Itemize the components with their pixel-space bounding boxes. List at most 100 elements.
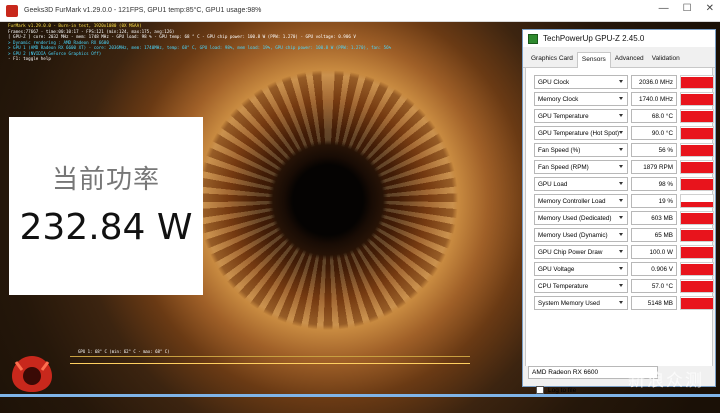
power-panel: 当前功率 232.84 W: [9, 117, 203, 295]
temperature-graph: GPU 1: 68° C (min: 62° C - max: 68° C): [70, 349, 470, 392]
sensor-graph: [680, 92, 714, 106]
sensor-name[interactable]: System Memory Used: [534, 296, 628, 310]
maximize-icon[interactable]: ☐: [683, 3, 692, 14]
tab-graphics-card[interactable]: Graphics Card: [527, 52, 577, 67]
sensor-row: CPU Temperature 57.0 °C: [526, 278, 714, 295]
power-label: 当前功率: [51, 165, 160, 195]
sensor-name[interactable]: Memory Clock: [534, 92, 628, 106]
sensor-name[interactable]: Memory Controller Load: [534, 194, 628, 208]
sensor-name[interactable]: GPU Temperature (Hot Spot): [534, 126, 628, 140]
dropdown-arrow-icon[interactable]: [619, 267, 623, 270]
tab-validation[interactable]: Validation: [648, 52, 684, 67]
sensor-graph: [680, 245, 714, 259]
bottom-stripe: [0, 394, 720, 397]
dropdown-arrow-icon[interactable]: [619, 165, 623, 168]
dropdown-arrow-icon[interactable]: [619, 80, 623, 83]
tab-advanced[interactable]: Advanced: [611, 52, 648, 67]
sensor-name[interactable]: Fan Speed (%): [534, 143, 628, 157]
sensor-value: 1740.0 MHz: [631, 92, 677, 106]
dropdown-arrow-icon[interactable]: [619, 199, 623, 202]
dropdown-arrow-icon[interactable]: [619, 233, 623, 236]
sensor-graph-bar: [681, 213, 713, 224]
sensor-row: GPU Chip Power Draw 100.0 W: [526, 244, 714, 261]
sensor-graph-bar: [681, 162, 713, 173]
sensor-name[interactable]: GPU Temperature: [534, 109, 628, 123]
dropdown-arrow-icon[interactable]: [619, 148, 623, 151]
sensor-row: GPU Clock 2036.0 MHz: [526, 74, 714, 91]
log-label: Log to file: [548, 386, 577, 394]
gpuz-window: TechPowerUp GPU-Z 2.45.0 Graphics Card Se…: [522, 29, 716, 394]
dropdown-arrow-icon[interactable]: [619, 182, 623, 185]
furmark-osd: FurMark v1.29.0.0 - Burn-in test, 1920x1…: [8, 23, 391, 62]
sensor-name[interactable]: GPU Load: [534, 177, 628, 191]
dropdown-arrow-icon[interactable]: [619, 97, 623, 100]
dropdown-arrow-icon[interactable]: [619, 114, 623, 117]
sensor-value: 65 MB: [631, 228, 677, 242]
sensor-name[interactable]: GPU Voltage: [534, 262, 628, 276]
log-checkbox[interactable]: [536, 386, 544, 394]
dropdown-arrow-icon[interactable]: [619, 250, 623, 253]
sensor-row: Fan Speed (%) 56 %: [526, 142, 714, 159]
gpuz-title: TechPowerUp GPU-Z 2.45.0: [543, 34, 645, 43]
dropdown-arrow-icon[interactable]: [619, 284, 623, 287]
sensor-graph: [680, 143, 714, 157]
sensor-value: 5148 MB: [631, 296, 677, 310]
osd-line: > GPU 1 (AMD Radeon RX 6600 XT) - core: …: [8, 45, 392, 50]
sensor-graph: [680, 126, 714, 140]
gpuz-titlebar: TechPowerUp GPU-Z 2.45.0: [523, 30, 715, 47]
sensor-value: 19 %: [631, 194, 677, 208]
sensor-name[interactable]: Fan Speed (RPM): [534, 160, 628, 174]
sensor-graph-bar: [681, 93, 713, 105]
sensor-graph-bar: [681, 247, 713, 258]
sensor-row: Memory Used (Dynamic) 65 MB: [526, 227, 714, 244]
sensor-row: Memory Used (Dedicated) 603 MB: [526, 210, 714, 227]
dropdown-arrow-icon[interactable]: [619, 301, 623, 304]
minimize-icon[interactable]: —: [659, 3, 669, 14]
dropdown-arrow-icon[interactable]: [619, 216, 623, 219]
gpuz-sensors-panel: GPU Clock 2036.0 MHz Memory Clock 1740.0 MH…: [525, 68, 714, 394]
sensor-name[interactable]: Memory Used (Dynamic): [534, 228, 628, 242]
sensor-value: 98 %: [631, 177, 677, 191]
close-icon[interactable]: ✕: [706, 3, 714, 14]
sensor-graph: [680, 211, 714, 225]
graph-line: [70, 363, 470, 364]
osd-line: [ GPU-Z ] core: 2032 MHz - mem: 1748 MHz…: [8, 34, 356, 39]
sensor-graph: [680, 228, 714, 242]
sensor-name[interactable]: CPU Temperature: [534, 279, 628, 293]
sensor-name[interactable]: GPU Chip Power Draw: [534, 245, 628, 259]
log-to-file[interactable]: Log to file: [536, 386, 576, 394]
sensor-graph-bar: [681, 298, 713, 309]
sensor-value: 100.0 W: [631, 245, 677, 259]
sensor-graph-bar: [681, 128, 713, 139]
sensor-row: GPU Temperature 68.0 °C: [526, 108, 714, 125]
sensor-name[interactable]: Memory Used (Dedicated): [534, 211, 628, 225]
sensor-graph-bar: [681, 281, 713, 292]
dropdown-arrow-icon[interactable]: [619, 131, 623, 134]
sensor-row: Fan Speed (RPM) 1879 RPM: [526, 159, 714, 176]
sensor-value: 57.0 °C: [631, 279, 677, 293]
sensor-row: System Memory Used 5148 MB: [526, 295, 714, 312]
sensor-graph: [680, 109, 714, 123]
sensor-value: 2036.0 MHz: [631, 75, 677, 89]
furmark-titlebar: Geeks3D FurMark v1.29.0.0 - 121FPS, GPU1…: [0, 0, 720, 22]
sensor-graph: [680, 160, 714, 174]
sensor-graph-bar: [681, 264, 713, 275]
sensor-graph: [680, 75, 714, 89]
sensor-graph-bar: [681, 111, 713, 122]
watermark: 新浪众测: [628, 371, 704, 391]
sensor-graph-bar: [681, 145, 713, 156]
sensor-value: 603 MB: [631, 211, 677, 225]
graph-label: GPU 1: 68° C (min: 62° C - max: 68° C): [78, 349, 170, 354]
gpuz-tabs: Graphics Card Sensors Advanced Validation: [523, 52, 715, 68]
furmark-logo-icon: [12, 356, 52, 392]
sensor-row: GPU Voltage 0.906 V: [526, 261, 714, 278]
sensor-value: 90.0 °C: [631, 126, 677, 140]
sensor-name[interactable]: GPU Clock: [534, 75, 628, 89]
furmark-title: Geeks3D FurMark v1.29.0.0 - 121FPS, GPU1…: [24, 7, 262, 14]
sensor-row: Memory Controller Load 19 %: [526, 193, 714, 210]
sensor-row: GPU Load 98 %: [526, 176, 714, 193]
tab-sensors[interactable]: Sensors: [576, 52, 611, 68]
sensor-graph-bar: [681, 230, 713, 241]
sensor-graph: [680, 177, 714, 191]
sensor-value: 56 %: [631, 143, 677, 157]
